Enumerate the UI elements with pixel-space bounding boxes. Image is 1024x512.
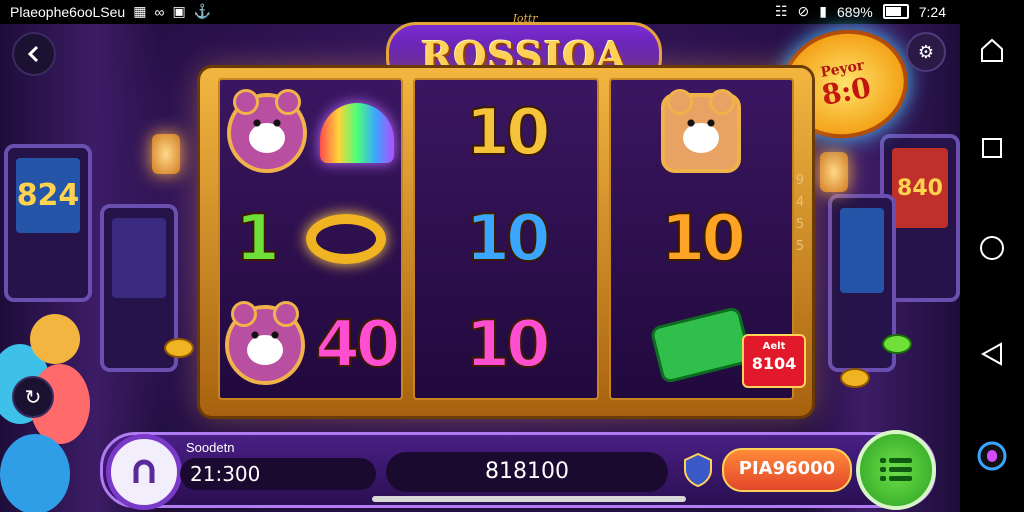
square-icon	[982, 138, 1002, 158]
payline-number: 5	[795, 217, 805, 232]
assistant-icon	[977, 441, 1007, 471]
reels: 1 40 10 10 10 10	[218, 78, 794, 400]
settings-button[interactable]: ⚙	[906, 32, 946, 72]
signal-icon: ▮	[819, 3, 827, 19]
payline-numbers: 9 4 5 5	[790, 170, 810, 258]
win-field: 818100	[386, 452, 668, 492]
reel-3-row-2: 10	[611, 186, 792, 292]
lobby-button[interactable]	[106, 434, 182, 510]
gesture-home-indicator[interactable]	[372, 496, 686, 502]
bear-icon	[225, 300, 306, 385]
reel-2-row-3: 10	[415, 292, 596, 398]
grid-icon: ▦	[133, 3, 147, 19]
arcade-screen-right-2	[840, 208, 884, 293]
nav-home-button[interactable]	[974, 32, 1010, 68]
chip-green	[882, 334, 912, 354]
gear-icon: ⚙	[917, 41, 935, 63]
reel-3-row-1	[611, 80, 792, 186]
bet-badge[interactable]: Aelt 8104	[742, 334, 806, 388]
shield-icon[interactable]	[682, 452, 714, 488]
reel-1-row-3: 40	[220, 292, 401, 398]
reel-1-row-2: 1	[220, 186, 401, 292]
cash-icon	[649, 305, 753, 385]
balance-label: Soodetn	[186, 440, 235, 455]
vibrate-icon: ☷	[774, 3, 788, 19]
status-app-label: Plaeophe6ooLSeu	[10, 3, 126, 20]
payline-number: 9	[795, 173, 805, 188]
symbol-number: 10	[464, 307, 551, 383]
lamp-right	[820, 152, 848, 192]
coin-decoration-right	[840, 368, 870, 388]
infinity-icon: ∞	[154, 3, 165, 20]
arcade-screen-left-2	[112, 218, 166, 298]
triangle-back-icon	[980, 342, 1002, 366]
arcade-machine-left: 824	[4, 144, 92, 302]
bet-badge-label: Aelt	[762, 341, 786, 352]
navigation-bar	[960, 0, 1024, 512]
arch-home-icon	[133, 459, 155, 483]
no-signal-icon: ⊘	[797, 3, 810, 19]
bet-badge-value: 8104	[751, 354, 797, 373]
refresh-icon: ↻	[24, 385, 42, 409]
symbol-number: 40	[314, 307, 401, 383]
nav-home-circle-button[interactable]	[974, 230, 1010, 266]
reel-1: 1 40	[218, 78, 404, 400]
bell-icon	[320, 102, 395, 163]
instagram-icon: ▣	[172, 3, 186, 19]
battery-percent: 689%	[836, 3, 873, 20]
bear-icon	[226, 88, 307, 173]
reel-2-row-2: 10	[415, 186, 596, 292]
balloon-blue-2	[0, 434, 70, 512]
symbol-number: 10	[464, 95, 551, 171]
battery-icon	[882, 4, 909, 19]
menu-button[interactable]	[856, 430, 936, 510]
reels-frame: 1 40 10 10 10 10	[200, 68, 812, 416]
reel-2: 10 10 10	[413, 78, 599, 400]
balance-field: 21:300	[180, 458, 376, 490]
list-menu-icon	[880, 458, 912, 481]
arcade-screen-left: 824	[16, 158, 80, 233]
jackpot-value: 8:0	[819, 70, 874, 112]
pretzel-decoration	[30, 314, 80, 364]
back-button[interactable]	[12, 32, 56, 76]
circle-icon	[980, 236, 1004, 260]
payline-number: 4	[795, 195, 805, 210]
symbol-number: 10	[464, 201, 551, 277]
arcade-screen-right: 840	[892, 148, 948, 228]
home-icon	[981, 38, 1003, 62]
chevron-left-icon	[27, 45, 39, 63]
refresh-button[interactable]: ↻	[12, 376, 54, 418]
anchor-icon: ⚓	[193, 3, 212, 19]
nav-assistant-button[interactable]	[974, 438, 1010, 474]
symbol-number: 1	[234, 201, 280, 277]
payline-number: 5	[795, 239, 805, 254]
ring-icon	[306, 213, 387, 264]
lamp-left	[152, 134, 180, 174]
reel-2-row-1: 10	[415, 80, 596, 186]
nav-recents-button[interactable]	[974, 130, 1010, 166]
clock: 7:24	[918, 3, 946, 20]
symbol-number: 10	[660, 201, 747, 277]
nav-back-button[interactable]	[974, 336, 1010, 372]
cat-icon	[661, 88, 742, 173]
play-button[interactable]: PIA96000	[722, 448, 852, 492]
coin-decoration	[164, 338, 194, 358]
reel-1-row-1	[220, 80, 401, 186]
